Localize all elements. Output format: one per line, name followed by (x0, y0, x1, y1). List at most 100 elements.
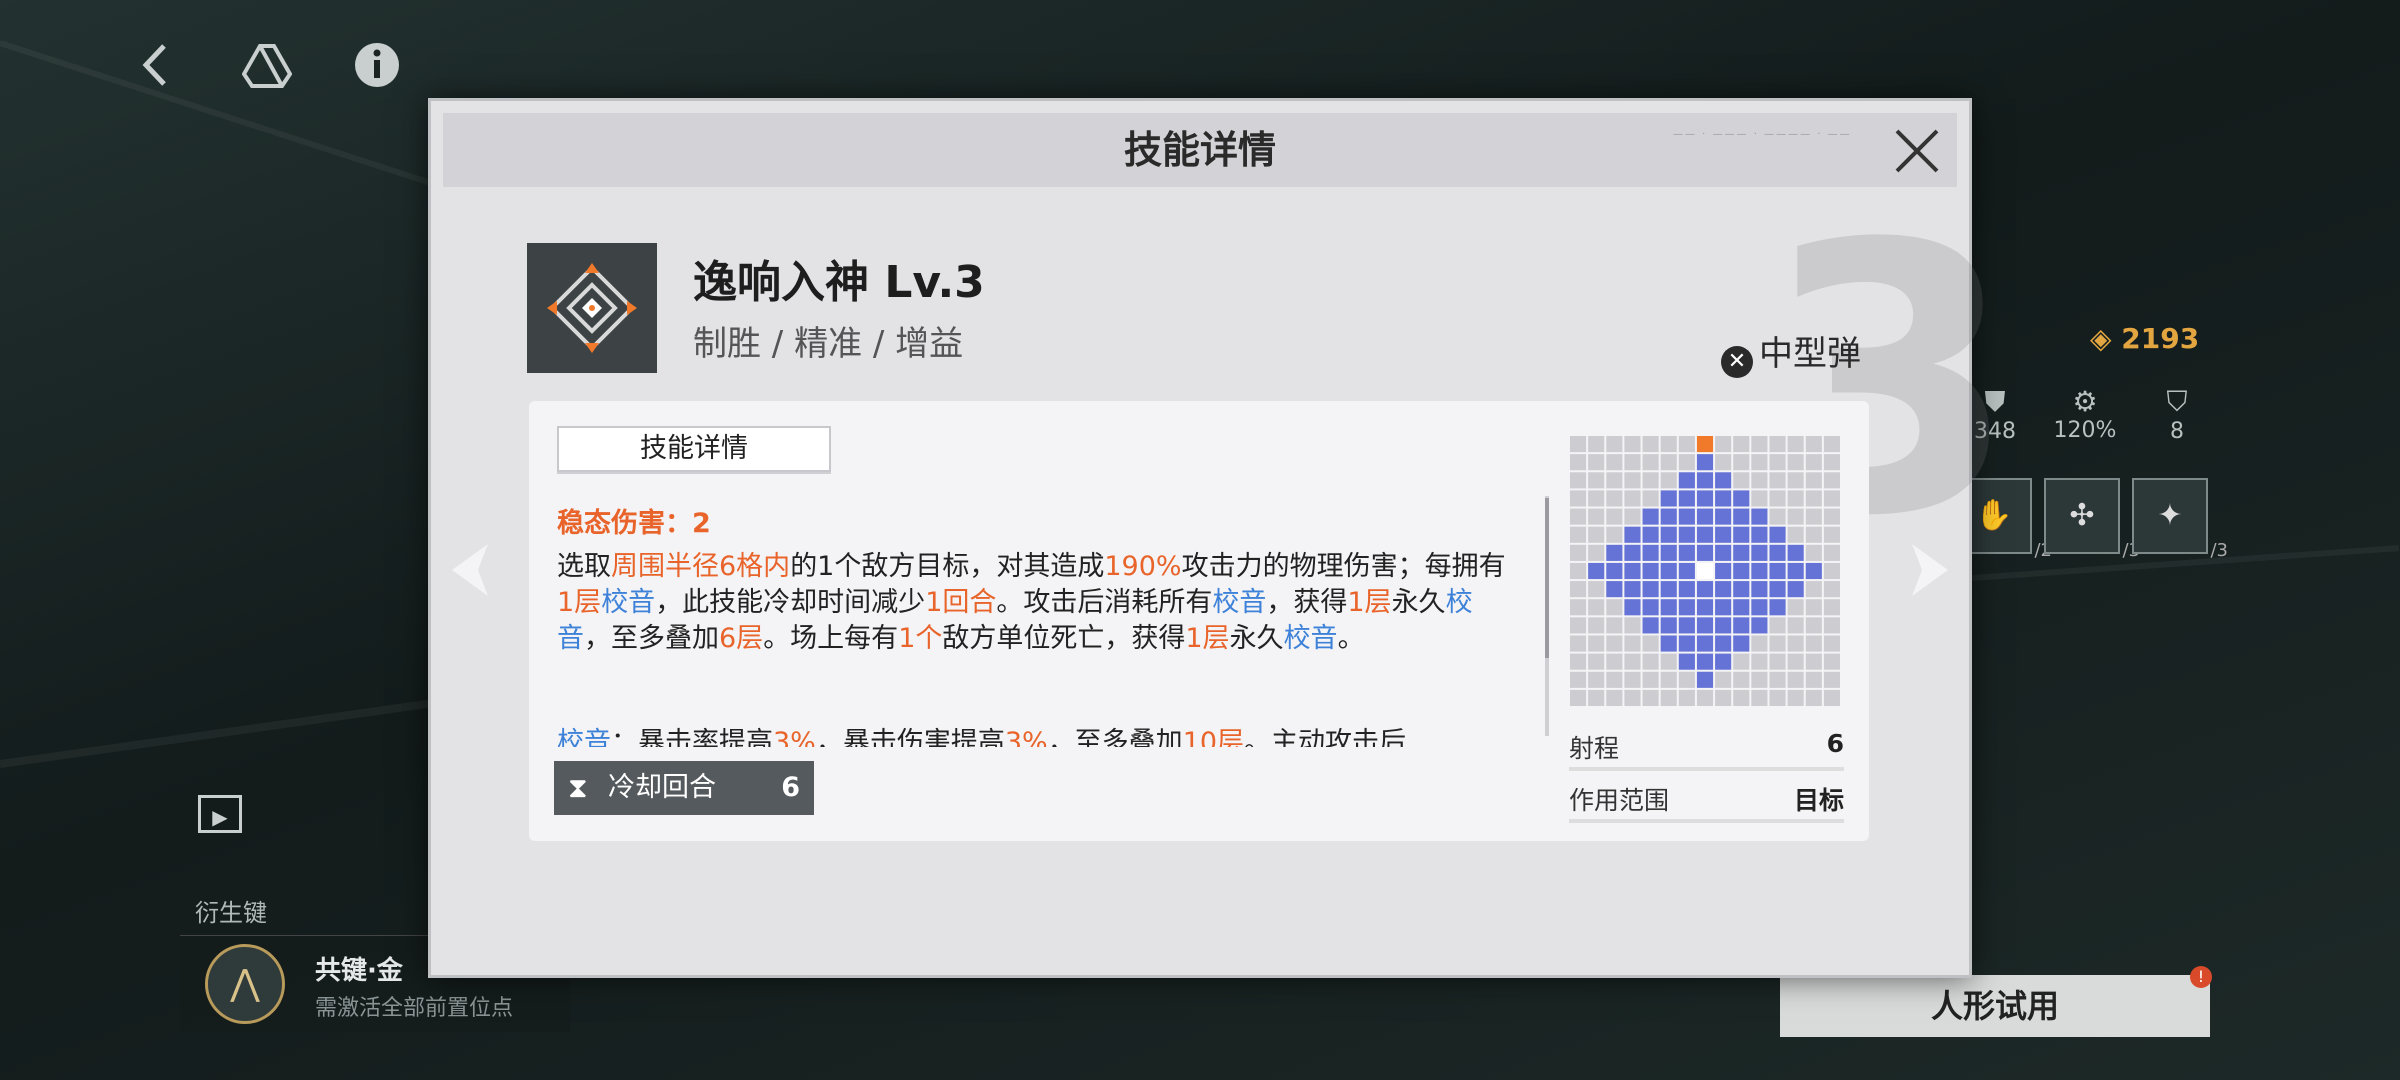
scrollbar-thumb[interactable] (1545, 498, 1549, 658)
grid-cell-range (1715, 653, 1732, 670)
play-icon[interactable]: ▶ (198, 795, 242, 833)
stat-value: 8 (2170, 419, 2184, 444)
prev-skill-button[interactable] (448, 540, 492, 600)
grid-cell (1715, 689, 1732, 706)
grid-cell (1823, 635, 1840, 652)
stat-badge: ⛉ 8 (2137, 385, 2217, 444)
skill-detail-modal: 技能详情 —— · ——— · ———— · —— 3 逸响入神 Lv.3 制胜 (428, 98, 2018, 978)
modal-header: 技能详情 —— · ——— · ———— · —— (443, 113, 1957, 187)
grid-cell (1624, 472, 1641, 489)
grid-cell (1823, 653, 1840, 670)
grid-cell (1805, 526, 1822, 543)
range-label: 射程 (1569, 734, 1620, 763)
grid-cell (1787, 689, 1804, 706)
grid-cell (1642, 490, 1659, 507)
grid-cell-range (1696, 653, 1714, 670)
grid-cell (1787, 526, 1804, 543)
grid-cell (1787, 454, 1804, 471)
description-segment: 3% (1004, 727, 1048, 747)
grid-cell (1769, 671, 1786, 688)
grid-cell (1769, 490, 1786, 507)
grid-cell-range (1751, 581, 1768, 598)
scope-label: 作用范围 (1569, 786, 1670, 815)
description-segment: ，此技能冷却时间减少 (655, 587, 926, 618)
skill-slot[interactable]: ✦ /3 (2132, 478, 2228, 560)
description-segment: 。主动攻击后 (1244, 727, 1407, 747)
grid-cell-range (1642, 544, 1659, 561)
drive-triangle-icon[interactable] (241, 40, 293, 90)
grid-cell (1606, 653, 1623, 670)
next-skill-button[interactable] (1908, 540, 1952, 600)
derive-label: 衍生键 (195, 899, 267, 927)
grid-cell (1733, 671, 1750, 688)
grid-cell-range (1642, 526, 1659, 543)
grid-cell (1715, 436, 1732, 453)
grid-cell (1624, 689, 1641, 706)
cooldown-badge: ⧗ 冷却回合 6 (554, 761, 814, 815)
grid-cell (1769, 472, 1786, 489)
grid-cell (1624, 490, 1641, 507)
grid-cell-range (1624, 544, 1641, 561)
grid-cell-range (1696, 617, 1714, 634)
hourglass-icon: ⧗ (568, 771, 588, 804)
grid-cell-range (1751, 599, 1768, 616)
grid-cell-range (1751, 508, 1768, 525)
grid-cell-range (1660, 490, 1677, 507)
skill-tags: 制胜 / 精准 / 增益 (693, 324, 964, 364)
grid-cell-range (1642, 562, 1659, 580)
grid-cell-range (1678, 526, 1695, 543)
grid-cell-range (1696, 490, 1714, 507)
grid-cell-range (1660, 544, 1677, 561)
emblem-icon: ⋀ (205, 944, 285, 1024)
grid-cell-range (1805, 562, 1822, 580)
grid-cell (1642, 472, 1659, 489)
grid-cell (1570, 526, 1587, 543)
grid-cell (1733, 472, 1750, 489)
description-segment: ，暴击伤害提高 (815, 727, 1005, 747)
grid-cell (1570, 544, 1587, 561)
grid-cell (1606, 635, 1623, 652)
grid-cell-range (1588, 562, 1605, 580)
grid-cell-range (1678, 544, 1695, 561)
skill-description-continued: 校音：暴击率提高3%，暴击伤害提高3%，至多叠加10层。主动攻击后 (557, 725, 1507, 747)
grid-cell (1805, 508, 1822, 525)
grid-cell (1660, 472, 1677, 489)
grid-cell (1642, 671, 1659, 688)
description-segment: 1回合 (925, 587, 997, 618)
stat-value: 120% (2053, 418, 2117, 443)
grid-cell (1588, 617, 1605, 634)
notification-badge: ! (2190, 966, 2212, 988)
ammo-icon: ✕ (1721, 346, 1753, 378)
grid-cell (1823, 689, 1840, 706)
grid-cell-range (1642, 581, 1659, 598)
skill-slot[interactable]: ✣/3 (2044, 478, 2140, 560)
description-segment: 周围半径6格内 (611, 551, 791, 582)
grid-cell (1678, 671, 1695, 688)
grid-cell (1715, 671, 1732, 688)
grid-cell (1606, 617, 1623, 634)
skill-detail-panel: 技能详情 稳态伤害：2 选取周围半径6格内的1个敌方目标，对其造成190%攻击力… (529, 401, 1869, 841)
grid-cell (1570, 671, 1587, 688)
grid-cell (1570, 562, 1587, 580)
tab-skill-detail[interactable]: 技能详情 (557, 426, 831, 472)
description-segment: 校音 (557, 727, 611, 747)
grid-cell-range (1715, 526, 1732, 543)
grid-cell (1805, 671, 1822, 688)
grid-cell (1805, 653, 1822, 670)
description-segment: 。 (1337, 623, 1365, 654)
grid-cell-range (1678, 599, 1695, 616)
grid-cell-range (1660, 526, 1677, 543)
info-icon[interactable] (352, 40, 402, 90)
description-segment: ，获得 (1266, 587, 1348, 618)
scope-divider (1569, 819, 1844, 823)
grid-cell (1570, 472, 1587, 489)
grid-cell (1642, 653, 1659, 670)
trial-button[interactable]: 人形试用 (1780, 975, 2210, 1037)
grid-cell (1715, 454, 1732, 471)
stable-damage: 稳态伤害：2 (557, 508, 711, 539)
description-segment: 6层 (719, 623, 764, 654)
grid-cell-range (1678, 635, 1695, 652)
range-divider (1569, 767, 1844, 771)
grid-cell (1642, 454, 1659, 471)
back-icon[interactable] (132, 40, 182, 90)
